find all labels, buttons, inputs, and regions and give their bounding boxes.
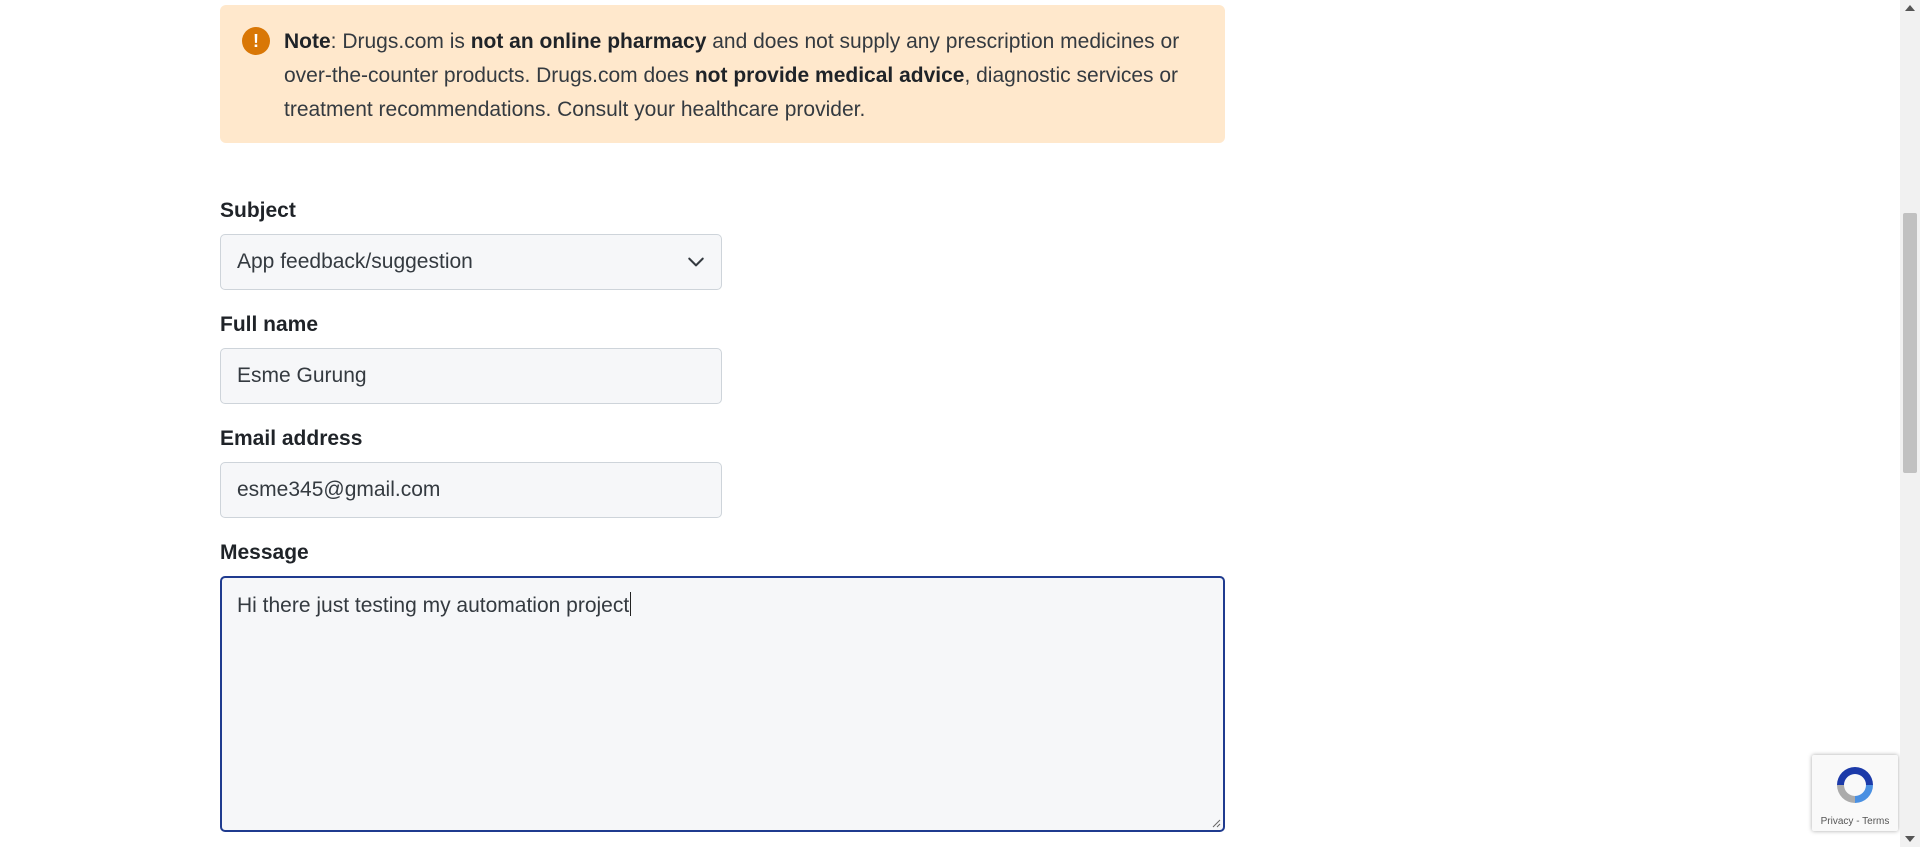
message-label: Message [220,541,309,564]
subject-selected-value: App feedback/suggestion [237,250,473,273]
notice-text: Note: Drugs.com is not an online pharmac… [284,25,1185,127]
full-name-input[interactable]: Esme Gurung [220,348,722,404]
message-textarea[interactable]: Hi there just testing my automation proj… [220,576,1225,832]
page-scrollbar[interactable] [1900,0,1920,847]
notice-text-1: : Drugs.com is [330,30,471,53]
full-name-value: Esme Gurung [237,364,367,387]
email-label: Email address [220,427,363,450]
scroll-up-arrow-icon[interactable] [1905,5,1915,11]
exclamation-icon: ! [242,27,270,55]
scroll-down-arrow-icon[interactable] [1905,836,1915,842]
recaptcha-badge[interactable]: Privacy - Terms [1812,755,1898,831]
email-field-group: Email address esme345@gmail.com [220,426,1225,518]
notice-bold-1: not an online pharmacy [470,30,707,53]
notice-banner: ! Note: Drugs.com is not an online pharm… [220,5,1225,143]
recaptcha-links[interactable]: Privacy - Terms [1812,816,1898,827]
contact-form-content: ! Note: Drugs.com is not an online pharm… [220,5,1225,847]
message-field-group: Message Hi there just testing my automat… [220,540,1225,832]
recaptcha-icon [1837,767,1873,803]
subject-label: Subject [220,199,296,222]
email-value: esme345@gmail.com [237,478,441,501]
email-input[interactable]: esme345@gmail.com [220,462,722,518]
message-value: Hi there just testing my automation proj… [237,594,630,617]
subject-field-group: Subject App feedback/suggestion [220,198,1225,290]
full-name-field-group: Full name Esme Gurung [220,312,1225,404]
text-caret [630,592,632,616]
page: ! Note: Drugs.com is not an online pharm… [0,0,1920,847]
subject-select[interactable]: App feedback/suggestion [220,234,722,290]
scrollbar-thumb[interactable] [1903,213,1917,473]
chevron-down-icon [688,257,704,267]
notice-note-label: Note [284,30,331,53]
notice-bold-2: not provide medical advice [694,64,965,87]
full-name-label: Full name [220,313,319,336]
contact-form: Subject App feedback/suggestion Full nam… [220,198,1225,832]
resize-handle-icon[interactable] [1211,818,1221,828]
